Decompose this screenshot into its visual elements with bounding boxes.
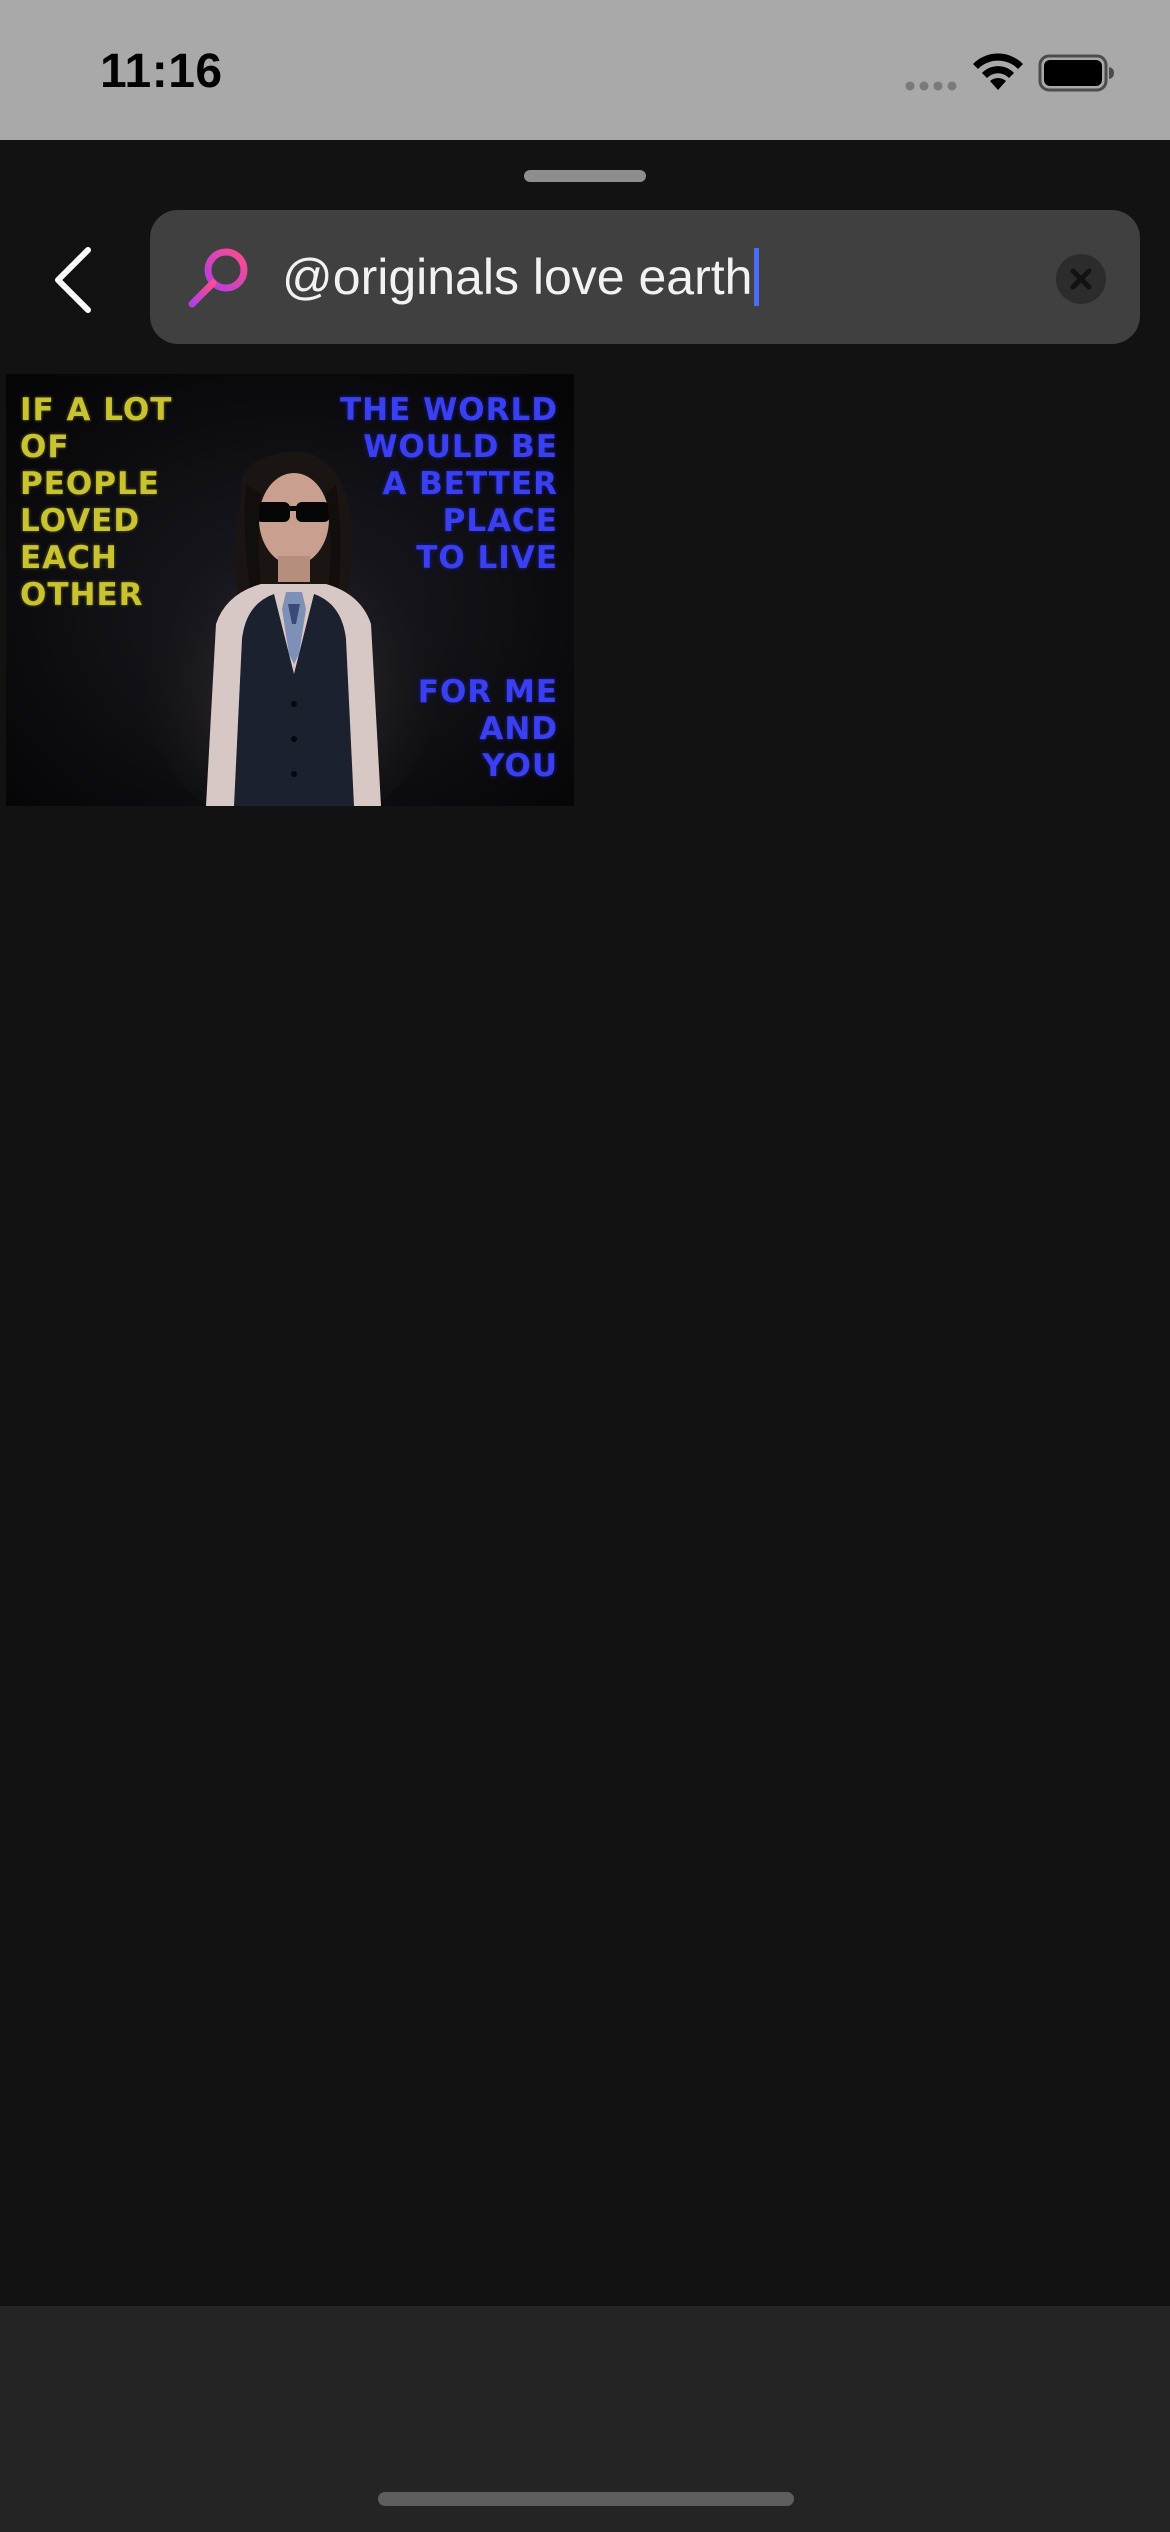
- back-button[interactable]: [40, 240, 110, 320]
- search-input[interactable]: @originals love earth: [282, 210, 760, 344]
- gif-caption-right-top: THE WORLD WOULD BE A BETTER PLACE TO LIVE: [340, 392, 558, 576]
- app-screen: 11:16 @originals love earth IF A LOT OF …: [0, 0, 1170, 2532]
- chevron-left-icon: [55, 247, 91, 313]
- sheet-grabber[interactable]: [524, 170, 646, 182]
- gif-result-tile[interactable]: IF A LOT OF PEOPLE LOVED EACH OTHER THE WORL…: [6, 374, 574, 806]
- gif-caption-left: IF A LOT OF PEOPLE LOVED EACH OTHER: [20, 392, 173, 613]
- wifi-icon: [973, 53, 1023, 90]
- search-query: @originals love earth: [282, 249, 753, 305]
- status-bar: 11:16: [0, 0, 1170, 140]
- gif-caption-right-bottom: FOR ME AND YOU: [417, 674, 558, 784]
- clear-circle-icon: [1070, 268, 1092, 290]
- search-bar[interactable]: @originals love earth: [150, 210, 1140, 344]
- home-indicator[interactable]: [378, 2492, 794, 2506]
- signal-dots-icon: [905, 81, 957, 91]
- search-sheet: @originals love earth IF A LOT OF PEOPLE…: [0, 140, 1170, 2532]
- battery-full-icon: [1038, 54, 1114, 92]
- search-icon: [188, 248, 248, 308]
- text-caret: [754, 247, 760, 306]
- bottom-bar: [0, 2306, 1170, 2532]
- status-time: 11:16: [100, 45, 223, 98]
- clear-search-button[interactable]: [1056, 254, 1106, 304]
